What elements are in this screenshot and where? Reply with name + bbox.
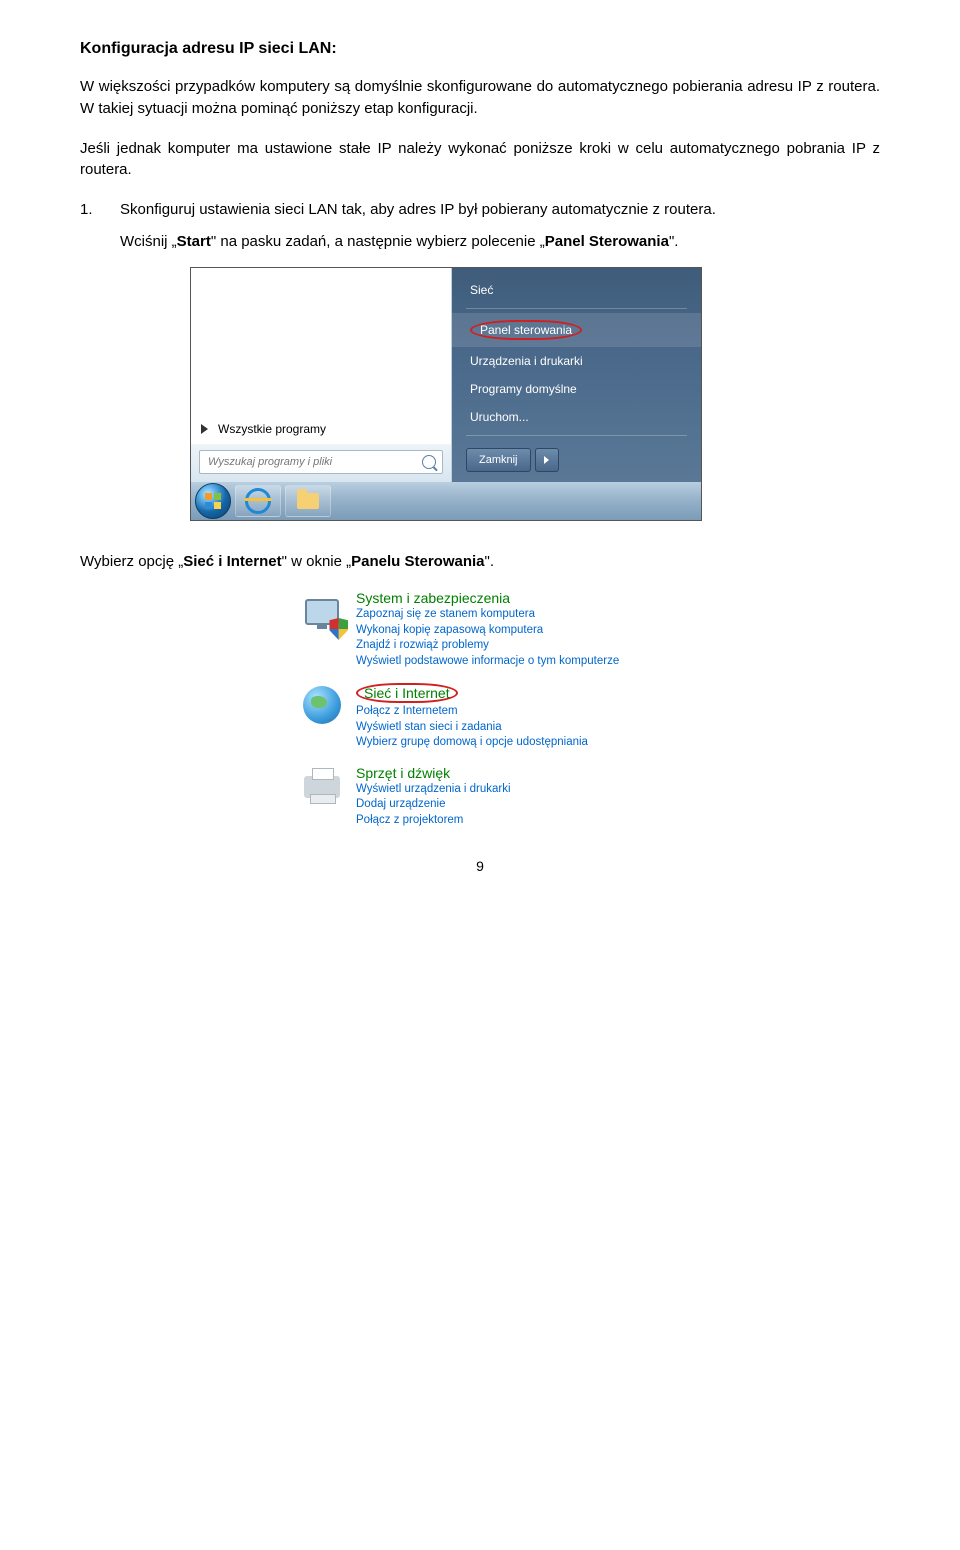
all-programs-label: Wszystkie programy <box>218 422 326 436</box>
cp-category-system[interactable]: System i zabezpieczenia Zapoznaj się ze … <box>300 590 880 669</box>
bold-net: Sieć i Internet <box>183 553 281 570</box>
ie-icon <box>245 488 271 514</box>
startmenu-item-default-programs[interactable]: Programy domyślne <box>452 375 701 403</box>
chevron-right-icon <box>544 456 549 464</box>
cp-link[interactable]: Wykonaj kopię zapasową komputera <box>356 623 619 639</box>
startmenu-right-pane: Sieć Panel sterowania Urządzenia i druka… <box>452 268 701 482</box>
text: ". <box>485 553 495 570</box>
separator <box>466 435 687 436</box>
startmenu-item-panel[interactable]: Panel sterowania <box>452 313 701 347</box>
bold-start: Start <box>177 233 211 250</box>
startmenu-screenshot: Wszystkie programy Sieć Panel sterowania… <box>190 267 702 521</box>
page-number: 9 <box>80 858 880 874</box>
cp-link[interactable]: Znajdź i rozwiąż problemy <box>356 638 619 654</box>
startmenu-item-siec[interactable]: Sieć <box>452 276 701 304</box>
step-1-substep: Wciśnij „Start" na pasku zadań, a następ… <box>120 231 880 253</box>
after-menu-instruction: Wybierz opcję „Sieć i Internet" w oknie … <box>80 551 880 573</box>
search-input[interactable] <box>206 455 390 469</box>
startmenu-search-row <box>191 444 451 482</box>
cp-link[interactable]: Dodaj urządzenie <box>356 797 511 813</box>
text: ". <box>669 233 679 250</box>
folder-icon <box>297 493 319 509</box>
cp-category-network[interactable]: Sieć i Internet Połącz z Internetem Wyśw… <box>300 683 880 751</box>
cp-hardware-text: Sprzęt i dźwięk Wyświetl urządzenia i dr… <box>356 765 511 829</box>
shutdown-row: Zamknij <box>452 440 701 482</box>
startmenu-left-pane: Wszystkie programy <box>191 268 452 482</box>
startmenu: Wszystkie programy Sieć Panel sterowania… <box>191 268 701 482</box>
cp-system-title[interactable]: System i zabezpieczenia <box>356 590 619 606</box>
cp-link[interactable]: Połącz z projektorem <box>356 813 511 829</box>
printer-icon <box>304 776 340 798</box>
taskbar-explorer-button[interactable] <box>285 485 331 517</box>
red-circle-highlight: Panel sterowania <box>470 320 582 340</box>
taskbar-ie-button[interactable] <box>235 485 281 517</box>
cp-link[interactable]: Połącz z Internetem <box>356 704 588 720</box>
taskbar <box>191 482 701 520</box>
startmenu-left-top: Wszystkie programy <box>191 268 451 444</box>
cp-link[interactable]: Wyświetl podstawowe informacje o tym kom… <box>356 654 619 670</box>
shield-icon <box>329 618 348 640</box>
start-button[interactable] <box>195 483 231 519</box>
text: Wybierz opcję „ <box>80 553 183 570</box>
startmenu-item-run[interactable]: Uruchom... <box>452 403 701 431</box>
triangle-icon <box>201 424 208 434</box>
text: " na pasku zadań, a następnie wybierz po… <box>211 233 545 250</box>
cp-network-title[interactable]: Sieć i Internet <box>356 683 588 703</box>
control-panel-screenshot: System i zabezpieczenia Zapoznaj się ze … <box>300 590 880 828</box>
startmenu-search-box[interactable] <box>199 450 443 474</box>
separator <box>466 308 687 309</box>
cp-link[interactable]: Wyświetl stan sieci i zadania <box>356 720 588 736</box>
red-oval-highlight: Sieć i Internet <box>356 683 458 703</box>
cp-link[interactable]: Wyświetl urządzenia i drukarki <box>356 782 511 798</box>
cp-network-icon <box>300 683 344 727</box>
bold-panel: Panel Sterowania <box>545 233 669 250</box>
all-programs-item[interactable]: Wszystkie programy <box>201 418 326 440</box>
shutdown-options-button[interactable] <box>535 448 559 472</box>
cp-system-icon <box>300 590 344 634</box>
cp-system-text: System i zabezpieczenia Zapoznaj się ze … <box>356 590 619 669</box>
cp-category-hardware[interactable]: Sprzęt i dźwięk Wyświetl urządzenia i dr… <box>300 765 880 829</box>
cp-hardware-icon <box>300 765 344 809</box>
section-heading: Konfiguracja adresu IP sieci LAN: <box>80 40 880 58</box>
text: " w oknie „ <box>282 553 352 570</box>
bold-panel2: Panelu Sterowania <box>351 553 484 570</box>
cp-hardware-title[interactable]: Sprzęt i dźwięk <box>356 765 511 781</box>
text: Wciśnij „ <box>120 233 177 250</box>
startmenu-item-devices[interactable]: Urządzenia i drukarki <box>452 347 701 375</box>
cp-link[interactable]: Zapoznaj się ze stanem komputera <box>356 607 619 623</box>
search-icon <box>422 455 436 469</box>
step-body: Skonfiguruj ustawienia sieci LAN tak, ab… <box>120 199 880 221</box>
intro-paragraph-1: W większości przypadków komputery są dom… <box>80 76 880 120</box>
cp-network-text: Sieć i Internet Połącz z Internetem Wyśw… <box>356 683 588 751</box>
intro-paragraph-2: Jeśli jednak komputer ma ustawione stałe… <box>80 138 880 182</box>
cp-link[interactable]: Wybierz grupę domową i opcje udostępnian… <box>356 735 588 751</box>
step-number: 1. <box>80 199 120 221</box>
globe-icon <box>303 686 341 724</box>
shutdown-button[interactable]: Zamknij <box>466 448 531 472</box>
step-1: 1. Skonfiguruj ustawienia sieci LAN tak,… <box>80 199 880 221</box>
